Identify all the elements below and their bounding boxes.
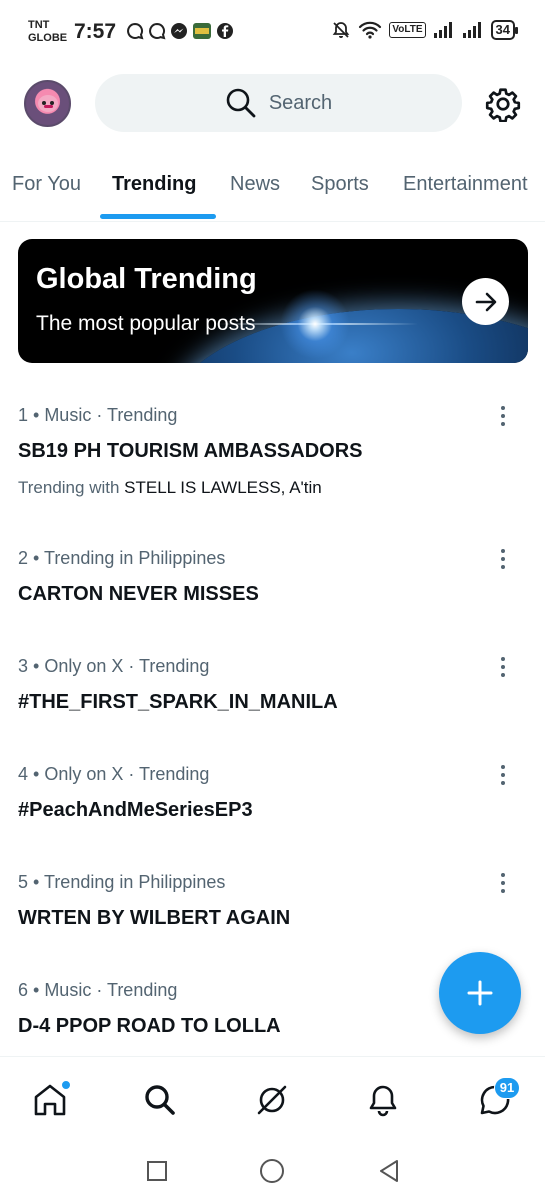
search-placeholder: Search (268, 91, 333, 114)
chat-bubble-icon (127, 22, 144, 40)
app-icon (193, 23, 211, 39)
carrier-label: TNT GLOBE (28, 19, 67, 45)
trend-item[interactable]: 5 • Trending in Philippines WRTEN BY WIL… (0, 872, 545, 942)
avatar-mouth (44, 105, 53, 108)
search-icon (226, 88, 256, 118)
wifi-icon (359, 21, 382, 39)
home-circle-icon[interactable] (259, 1158, 285, 1184)
trend-meta: 1 • Music · Trending (18, 405, 178, 425)
trend-related: Trending with STELL IS LAWLESS, A'tin (18, 478, 322, 498)
trend-meta: 2 • Trending in Philippines (18, 548, 226, 568)
messages-badge: 91 (494, 1077, 520, 1099)
search-icon[interactable] (141, 1081, 179, 1119)
more-options-icon[interactable] (497, 764, 509, 786)
trend-title: D-4 PPOP ROAD TO LOLLA (18, 1015, 281, 1037)
tab-news[interactable]: News (230, 173, 280, 196)
more-options-icon[interactable] (497, 405, 509, 427)
compose-post-button[interactable] (439, 952, 521, 1034)
trend-meta: 3 • Only on X · Trending (18, 656, 210, 676)
battery-indicator: 34 (490, 20, 519, 40)
back-icon[interactable] (377, 1158, 401, 1184)
trend-meta: 6 • Music · Trending (18, 980, 178, 1000)
arrow-right-button[interactable] (462, 278, 509, 325)
tab-sports[interactable]: Sports (311, 173, 369, 196)
chat-bubble-icon (149, 22, 166, 40)
trend-title: #PeachAndMeSeriesEP3 (18, 799, 253, 821)
trend-meta: 5 • Trending in Philippines (18, 872, 226, 892)
messenger-icon (171, 23, 187, 39)
banner-subtitle: The most popular posts (36, 312, 256, 335)
mute-icon (333, 22, 350, 38)
trend-item[interactable]: 2 • Trending in Philippines CARTON NEVER… (0, 548, 545, 618)
carrier-line-2: GLOBE (28, 32, 68, 44)
profile-avatar[interactable] (24, 80, 71, 127)
top-header: Search (0, 72, 545, 136)
tab-for-you[interactable]: For You (12, 173, 81, 196)
trend-meta: 4 • Only on X · Trending (18, 764, 210, 784)
trend-item[interactable]: 3 • Only on X · Trending #THE_FIRST_SPAR… (0, 656, 545, 726)
trend-related-prefix: Trending with (18, 478, 120, 497)
bottom-navigation: 91 (0, 1056, 545, 1144)
system-icons: VoLTE 34 (331, 20, 519, 40)
trend-related-items[interactable]: STELL IS LAWLESS, A'tin (124, 478, 322, 497)
carrier-line-1: TNT (28, 19, 50, 31)
avatar-face (38, 95, 58, 112)
search-input[interactable]: Search (95, 74, 462, 132)
trend-item[interactable]: 4 • Only on X · Trending #PeachAndMeSeri… (0, 764, 545, 834)
tab-trending[interactable]: Trending (112, 173, 196, 196)
signal-icon (462, 22, 481, 38)
banner-title: Global Trending (36, 263, 257, 295)
more-options-icon[interactable] (497, 872, 509, 894)
plus-icon (467, 980, 493, 1006)
system-navigation (0, 1144, 545, 1199)
global-trending-banner[interactable]: Global Trending The most popular posts (18, 239, 528, 363)
more-options-icon[interactable] (497, 656, 509, 678)
home-unread-dot (60, 1079, 72, 1091)
arrow-right-icon (475, 292, 496, 311)
volte-indicator: VoLTE (389, 22, 426, 38)
trend-title: CARTON NEVER MISSES (18, 583, 259, 605)
active-tab-indicator (100, 214, 216, 219)
clock: 7:57 (74, 20, 117, 43)
bell-icon[interactable] (364, 1081, 402, 1119)
light-flare (280, 289, 350, 359)
tab-entertainment[interactable]: Entertainment (403, 173, 528, 196)
trend-title: WRTEN BY WILBERT AGAIN (18, 907, 291, 929)
status-bar: TNT GLOBE 7:57 VoLTE 34 (0, 0, 545, 62)
notification-icons (126, 22, 234, 40)
trend-item[interactable]: 1 • Music · Trending SB19 PH TOURISM AMB… (0, 405, 545, 515)
signal-icon (433, 22, 452, 38)
trend-title: SB19 PH TOURISM AMBASSADORS (18, 440, 363, 462)
facebook-icon (217, 23, 233, 39)
recents-icon[interactable] (145, 1159, 169, 1183)
grok-icon[interactable] (253, 1081, 291, 1119)
more-options-icon[interactable] (497, 548, 509, 570)
gear-icon[interactable] (485, 86, 521, 122)
explore-tabs: For You Trending News Sports Entertainme… (0, 160, 545, 222)
trend-title: #THE_FIRST_SPARK_IN_MANILA (18, 691, 338, 713)
